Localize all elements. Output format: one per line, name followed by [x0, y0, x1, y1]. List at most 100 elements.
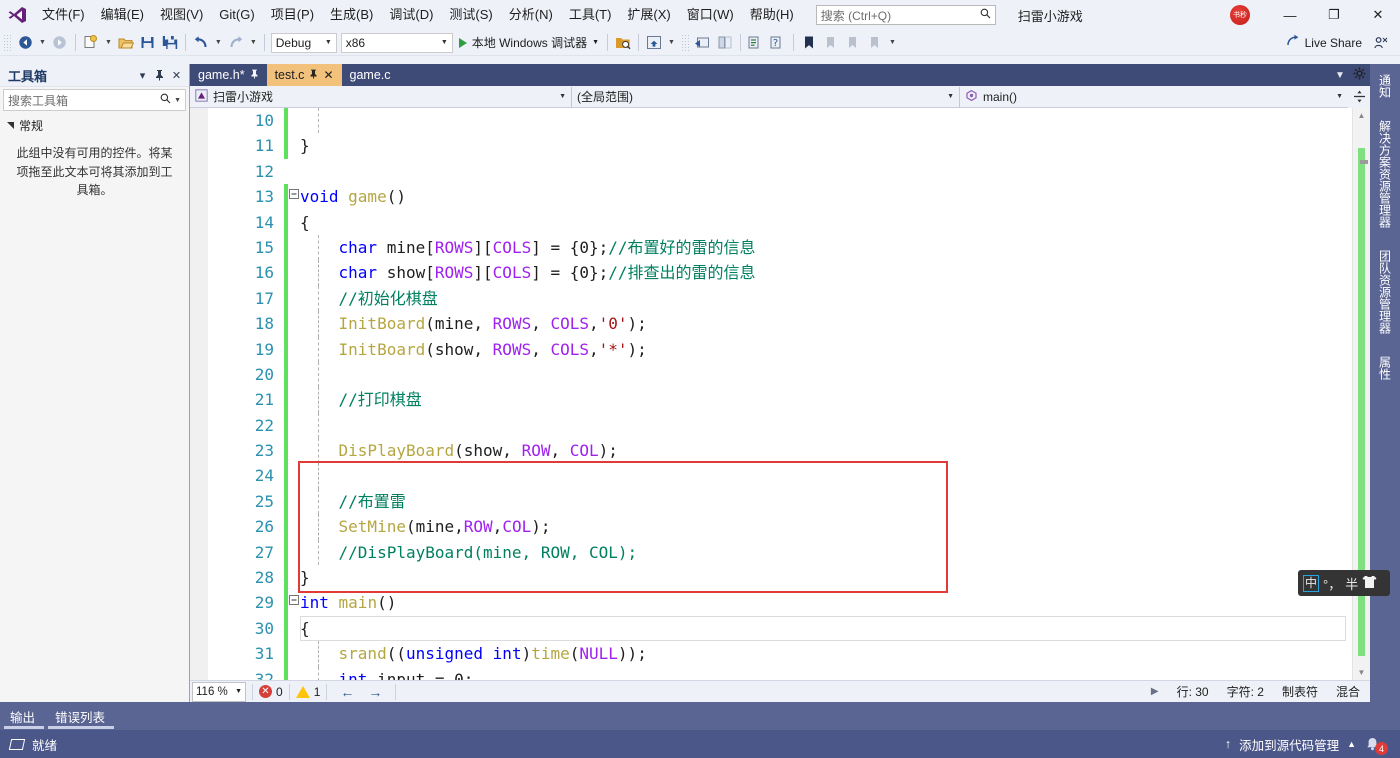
pin-icon[interactable] [309, 69, 318, 82]
navigate-previous-issue-icon[interactable]: ← [333, 684, 361, 700]
next-bookmark-icon[interactable] [842, 32, 864, 54]
code-line[interactable]: 15 char mine[ROWS][COLS] = {0};//布置好的雷的信… [190, 234, 1352, 261]
dock-tab-team-explorer[interactable]: 团队资源管理器 [1377, 240, 1394, 344]
split-editor-button[interactable] [1348, 85, 1370, 108]
code-line[interactable]: 31 srand((unsigned int)time(NULL)); [190, 641, 1352, 667]
chevron-down-icon[interactable]: ▼ [174, 97, 181, 104]
toolbox-search-input[interactable]: 搜索工具箱 ▼ [3, 89, 186, 111]
menu-view[interactable]: 视图(V) [152, 0, 211, 30]
undo-caret-icon[interactable]: ▼ [212, 39, 225, 46]
menu-analyze[interactable]: 分析(N) [501, 0, 561, 30]
menu-help[interactable]: 帮助(H) [742, 0, 802, 30]
navbar-member-combo[interactable]: main() ▼ [960, 86, 1348, 107]
uncomment-selection-icon[interactable]: ? [767, 32, 789, 54]
send-feedback-icon[interactable] [1370, 32, 1392, 54]
fold-toggle-icon[interactable] [288, 590, 300, 615]
start-debugging-button[interactable]: 本地 Windows 调试器 ▼ [455, 32, 603, 54]
toolbar-overflow-icon[interactable]: ▼ [665, 39, 678, 46]
code-line[interactable]: 20 [190, 361, 1352, 388]
ime-width-icon[interactable]: 半 [1345, 574, 1358, 593]
code-line[interactable]: 19 InitBoard(show, ROWS, COLS,'*'); [190, 336, 1352, 362]
pin-icon[interactable] [151, 67, 168, 84]
code-line[interactable]: 10 [190, 108, 1352, 134]
code-line[interactable]: 18 InitBoard(mine, ROWS, COLS,'0'); [190, 311, 1352, 337]
scroll-down-arrow-icon[interactable]: ▼ [1353, 665, 1370, 680]
code-line[interactable]: 23 DisPlayBoard(show, ROW, COL); [190, 438, 1352, 464]
code-line[interactable]: 14 { [190, 209, 1352, 235]
new-project-caret-icon[interactable]: ▼ [102, 39, 115, 46]
window-minimize-button[interactable]: — [1268, 0, 1312, 30]
code-line[interactable]: 16 char show[ROWS][COLS] = {0};//排查出的雷的信… [190, 260, 1352, 286]
search-input[interactable]: 搜索 (Ctrl+Q) [815, 5, 996, 25]
tab-test-c[interactable]: test.c ✕ [266, 64, 342, 86]
error-count-indicator[interactable]: ✕ 0 [259, 685, 283, 699]
navigate-next-issue-icon[interactable]: → [361, 684, 389, 700]
pin-icon[interactable] [250, 69, 259, 82]
dock-tab-properties[interactable]: 属性 [1377, 346, 1394, 390]
code-line[interactable]: 29 int main() [190, 590, 1352, 616]
source-control-caret-icon[interactable]: ▲ [1347, 739, 1356, 749]
warning-count-indicator[interactable]: 1 [295, 685, 320, 699]
redo-icon[interactable] [225, 32, 247, 54]
navbar-scope-combo[interactable]: (全局范围) ▼ [572, 86, 960, 107]
code-line[interactable]: 17 //初始化棋盘 [190, 285, 1352, 312]
window-close-button[interactable]: ✕ [1356, 0, 1400, 30]
window-restore-button[interactable]: ❐ [1312, 0, 1356, 30]
bookmark-overflow-icon[interactable]: ▼ [886, 39, 899, 46]
code-line[interactable]: 28} [190, 565, 1352, 591]
toolbox-window-icon[interactable] [714, 32, 736, 54]
save-icon[interactable] [137, 32, 159, 54]
menu-edit[interactable]: 编辑(E) [93, 0, 152, 30]
code-line[interactable]: 13 void game() [190, 184, 1352, 210]
menu-test[interactable]: 测试(S) [441, 0, 500, 30]
solution-platform-combo[interactable]: x86 ▼ [340, 32, 453, 53]
navigate-forward-icon[interactable] [49, 32, 71, 54]
preview-selected-items-icon[interactable] [612, 32, 634, 54]
solution-explorer-icon[interactable] [643, 32, 665, 54]
open-file-icon[interactable] [115, 32, 137, 54]
code-line[interactable]: 27 //DisPlayBoard(mine, ROW, COL); [190, 539, 1352, 566]
save-all-icon[interactable] [159, 32, 181, 54]
menu-tools[interactable]: 工具(T) [561, 0, 620, 30]
tab-game-c[interactable]: game.c [341, 64, 399, 86]
ime-skin-icon[interactable] [1362, 575, 1377, 592]
code-line[interactable]: 22 [190, 412, 1352, 439]
live-share-button[interactable]: Live Share [1286, 34, 1370, 51]
code-line[interactable]: 26 SetMine(mine,ROW,COL); [190, 514, 1352, 540]
code-line[interactable]: 24 [190, 463, 1352, 489]
toggle-bookmark-icon[interactable] [798, 32, 820, 54]
scroll-up-arrow-icon[interactable]: ▲ [1353, 108, 1370, 123]
code-text-surface[interactable]: 10 11} 12 13 void game() 14{15 char mine[ROWS… [190, 108, 1352, 680]
code-line[interactable]: 32 int input = 0; [190, 666, 1352, 680]
navigate-backward-caret-icon[interactable]: ▼ [36, 39, 49, 46]
toolbox-group-general[interactable]: 常规 [0, 113, 189, 138]
solution-configuration-combo[interactable]: Debug ▼ [270, 32, 337, 53]
close-icon[interactable]: ✕ [323, 68, 333, 82]
chevron-down-icon[interactable]: ▼ [1332, 70, 1348, 81]
undo-icon[interactable] [190, 32, 212, 54]
new-project-icon[interactable] [80, 32, 102, 54]
menu-debug[interactable]: 调试(D) [381, 0, 441, 30]
menu-build[interactable]: 生成(B) [322, 0, 381, 30]
clear-bookmarks-icon[interactable] [864, 32, 886, 54]
comment-selection-icon[interactable] [745, 32, 767, 54]
toolbar-grip-2[interactable] [680, 33, 690, 52]
navbar-project-combo[interactable]: 扫雷小游戏 ▼ [190, 86, 572, 107]
dock-tab-notifications[interactable]: 通知 [1377, 64, 1394, 108]
dock-tab-solution-explorer[interactable]: 解决方案资源管理器 [1377, 110, 1394, 238]
ime-mode-icon[interactable]: 中 [1303, 574, 1320, 592]
previous-bookmark-icon[interactable] [820, 32, 842, 54]
close-icon[interactable]: ✕ [168, 67, 185, 84]
navigate-backward-icon[interactable] [14, 32, 36, 54]
chevron-down-icon[interactable]: ▾ [134, 67, 151, 84]
menu-window[interactable]: 窗口(W) [679, 0, 742, 30]
toolbar-grip[interactable] [3, 33, 12, 52]
zoom-level-combo[interactable]: 116 % ▼ [192, 681, 246, 702]
tab-game-h[interactable]: game.h* [190, 64, 267, 86]
ime-floating-bar[interactable]: 中 °， 半 [1298, 570, 1390, 596]
properties-window-icon[interactable] [692, 32, 714, 54]
menu-project[interactable]: 项目(P) [263, 0, 322, 30]
code-line[interactable]: 30 { [190, 615, 1352, 642]
code-line[interactable]: 21 //打印棋盘 [190, 387, 1352, 413]
notifications-button[interactable]: 4 [1364, 734, 1388, 755]
